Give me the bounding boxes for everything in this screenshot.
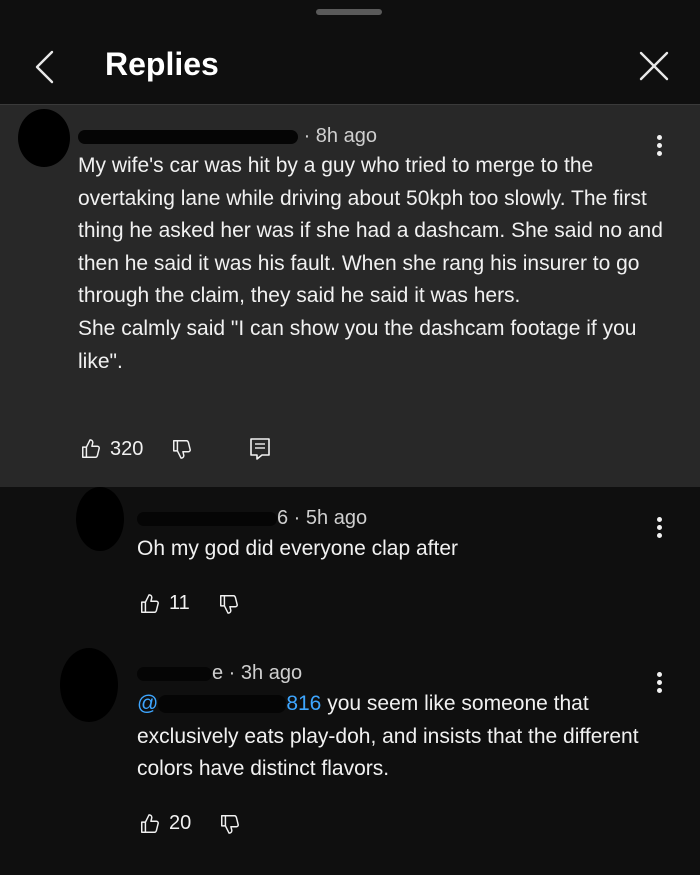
reply-meta: e · 3h ago [137,662,302,685]
comment-time: 8h ago [315,125,377,147]
main-comment: · 8h ago My wife's car was hit by a guy … [0,105,700,487]
comment-actions: 320 [80,437,271,461]
more-options-button[interactable] [657,517,663,541]
reply-text: @816 you seem like someone that exclusiv… [137,692,639,781]
reply-handle-tail: e [212,662,224,684]
comment-text: My wife's car was hit by a guy who tried… [78,154,663,373]
reply-text: Oh my god did everyone clap after [137,537,459,560]
like-count: 20 [169,812,192,834]
dislike-button[interactable] [219,813,241,835]
like-button[interactable] [139,593,161,615]
reply-actions: 11 [139,592,240,615]
comment-icon [250,438,271,460]
avatar[interactable] [76,487,124,551]
drag-handle[interactable] [316,9,382,15]
reply-handle-tail: 6 [277,507,289,529]
reply-actions: 20 [139,812,241,835]
thumbs-down-icon [173,440,192,459]
avatar[interactable] [60,648,118,722]
like-count: 11 [169,592,190,614]
reply-button[interactable] [249,437,271,461]
like-button[interactable] [80,438,102,460]
more-options-button[interactable] [657,672,663,696]
close-button[interactable] [637,49,671,83]
mention-link[interactable]: @816 [137,692,321,715]
thumbs-up-icon [141,593,159,613]
redacted-username [137,666,212,681]
page-title: Replies [105,46,219,82]
reply-meta: 6 · 5h ago [137,507,367,530]
redacted-username [137,511,277,526]
back-button[interactable] [30,50,60,84]
redacted-username [158,695,287,714]
header: Replies [0,24,700,105]
dislike-button[interactable] [171,438,193,460]
reply-time: 5h ago [305,507,368,529]
dislike-button[interactable] [218,593,240,615]
thumbs-down-icon [219,594,238,614]
like-count: 320 [110,437,144,460]
thumbs-up-icon [141,813,159,833]
thumbs-down-icon [221,814,240,834]
reply-time: 3h ago [240,662,303,684]
redacted-username [78,129,298,144]
comment-meta: · 8h ago [78,125,377,148]
close-icon [639,51,669,81]
avatar[interactable] [18,109,70,167]
like-button[interactable] [139,813,161,835]
chevron-left-icon [35,50,54,84]
thumbs-up-icon [82,439,100,458]
